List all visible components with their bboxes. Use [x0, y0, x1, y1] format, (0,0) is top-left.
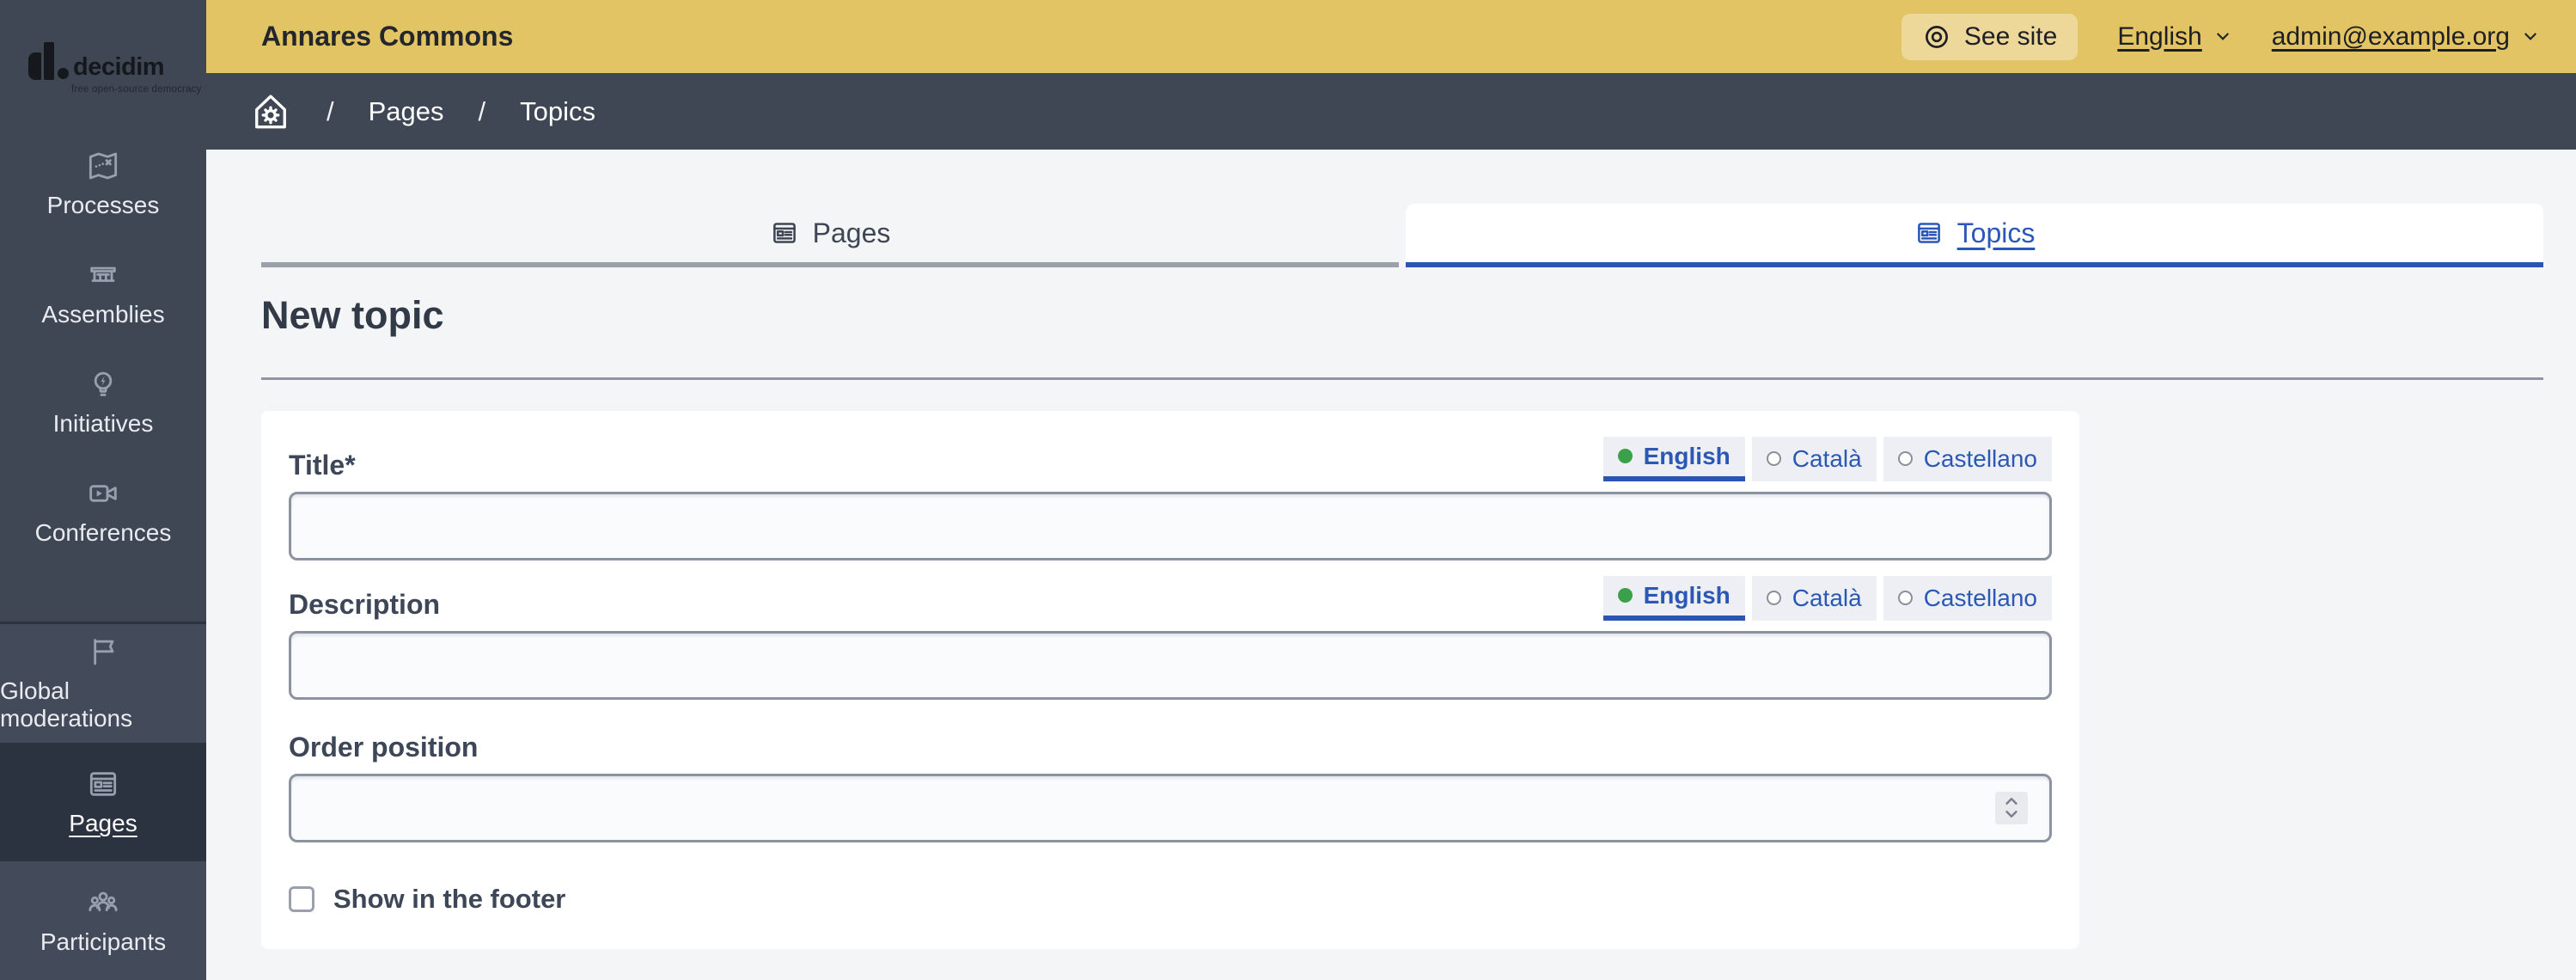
language-tab-label: Castellano	[1923, 444, 2037, 472]
breadcrumb-separator: /	[327, 95, 334, 126]
language-label: English	[2117, 21, 2202, 51]
see-site-button[interactable]: See site	[1901, 13, 2079, 60]
language-tab-castellano[interactable]: Castellano	[1883, 436, 2052, 481]
language-tab-label: Català	[1792, 584, 1862, 611]
language-tab-label: Català	[1792, 444, 1862, 472]
show-in-footer-row: Show in the footer	[289, 884, 2052, 915]
chevron-up-icon[interactable]	[2003, 796, 2020, 806]
show-in-footer-checkbox[interactable]	[289, 885, 314, 912]
conference-video-icon	[89, 484, 117, 502]
sidebar-item-label: Initiatives	[52, 409, 154, 437]
chevron-down-icon	[2216, 33, 2229, 40]
language-tab-castellano[interactable]: Castellano	[1883, 575, 2052, 621]
decidim-logo-glyph-bar	[44, 42, 54, 80]
decidim-tagline: free open-source democracy	[71, 84, 202, 95]
sidebar-secondary-nav: Global moderations Pages Participants	[0, 622, 206, 980]
order-position-field: Order position	[289, 722, 2052, 842]
site-title: Annares Commons	[261, 21, 514, 52]
topbar: Annares Commons See site English admin@e…	[206, 0, 2576, 73]
target-icon	[1925, 25, 1948, 48]
tab-topics[interactable]: Topics	[1406, 204, 2543, 267]
language-tab-english[interactable]: English	[1602, 436, 1745, 481]
radio-unselected-icon	[1766, 591, 1781, 606]
sidebar-item-label: Participants	[40, 928, 167, 955]
sidebar-item-conferences[interactable]: Conferences	[0, 456, 206, 566]
show-in-footer-label: Show in the footer	[333, 883, 566, 914]
title-field: Title* English Català Castellano	[289, 433, 2052, 560]
language-tab-english[interactable]: English	[1602, 575, 1745, 621]
tab-label: Topics	[1956, 217, 2036, 248]
heading-divider	[261, 377, 2543, 380]
radio-unselected-icon	[1897, 591, 1913, 606]
radio-selected-icon	[1617, 588, 1633, 603]
sidebar-item-pages[interactable]: Pages	[0, 743, 206, 861]
new-topic-form: Title* English Català Castellano Descrip…	[261, 410, 2079, 949]
sidebar-item-label: Conferences	[34, 518, 172, 546]
breadcrumb-item-pages[interactable]: Pages	[369, 96, 444, 127]
chevron-down-icon[interactable]	[2003, 809, 2020, 819]
chevron-down-icon	[2524, 33, 2536, 40]
article-icon	[1917, 223, 1940, 243]
sidebar-item-assemblies[interactable]: Assemblies	[0, 238, 206, 347]
moderation-flag-icon	[94, 639, 114, 665]
language-menu-button[interactable]: English	[2117, 22, 2231, 52]
language-tab-catala[interactable]: Català	[1751, 436, 1877, 481]
account-menu-button[interactable]: admin@example.org	[2272, 22, 2540, 52]
decidim-logo: decidim free open-source democracy	[0, 0, 206, 129]
title-input[interactable]	[289, 491, 2052, 560]
process-map-icon	[89, 152, 118, 179]
decidim-logo-glyph	[28, 52, 41, 80]
radio-unselected-icon	[1766, 451, 1781, 467]
radio-unselected-icon	[1897, 451, 1913, 467]
description-input[interactable]	[289, 630, 2052, 700]
order-position-input[interactable]	[289, 773, 2052, 842]
breadcrumb-item-topics[interactable]: Topics	[520, 96, 595, 127]
admin-sidebar: decidim free open-source democracy Proce…	[0, 0, 206, 980]
sidebar-primary-nav: Processes Assemblies Initiatives Confere…	[0, 129, 206, 566]
language-tab-label: English	[1643, 442, 1731, 469]
language-tab-catala[interactable]: Català	[1751, 575, 1877, 621]
order-position-label: Order position	[289, 731, 479, 763]
breadcrumb-separator: /	[478, 95, 486, 126]
language-tab-label: English	[1643, 581, 1731, 609]
title-label: Title*	[289, 449, 356, 481]
see-site-label: See site	[1963, 21, 2058, 51]
sidebar-item-label: Pages	[69, 810, 137, 836]
sidebar-item-label: Assemblies	[41, 300, 165, 328]
initiative-bulb-icon	[94, 371, 113, 396]
radio-selected-icon	[1617, 449, 1633, 464]
pages-article-icon	[89, 772, 117, 796]
assembly-building-icon	[90, 266, 116, 282]
tab-label: Pages	[812, 217, 891, 248]
sidebar-item-participants[interactable]: Participants	[0, 861, 206, 980]
page-title: New topic	[261, 293, 444, 337]
title-language-tabs: English Català Castellano	[1602, 436, 2052, 481]
main-content: Pages Topics New topic Title* English Ca…	[206, 150, 2576, 980]
tab-pages[interactable]: Pages	[261, 204, 1399, 267]
decidim-logo-dot	[58, 68, 69, 79]
sidebar-item-processes[interactable]: Processes	[0, 129, 206, 238]
decidim-wordmark: decidim	[73, 53, 165, 82]
breadcrumb: / Pages / Topics	[206, 73, 2576, 150]
home-gear-icon[interactable]	[249, 90, 292, 133]
account-label: admin@example.org	[2271, 21, 2510, 51]
sidebar-item-label: Processes	[46, 191, 160, 218]
sidebar-item-initiatives[interactable]: Initiatives	[0, 347, 206, 456]
description-language-tabs: English Català Castellano	[1602, 575, 2052, 621]
participants-group-icon	[89, 891, 118, 912]
sidebar-item-label: Global moderations	[0, 677, 133, 732]
description-field: Description English Català Castellano	[289, 573, 2052, 700]
content-tabs: Pages Topics	[261, 204, 2543, 267]
number-stepper[interactable]	[1995, 791, 2028, 824]
description-label: Description	[289, 588, 441, 620]
sidebar-item-global-moderations[interactable]: Global moderations	[0, 624, 206, 743]
language-tab-label: Castellano	[1923, 584, 2037, 611]
article-icon	[772, 223, 796, 243]
